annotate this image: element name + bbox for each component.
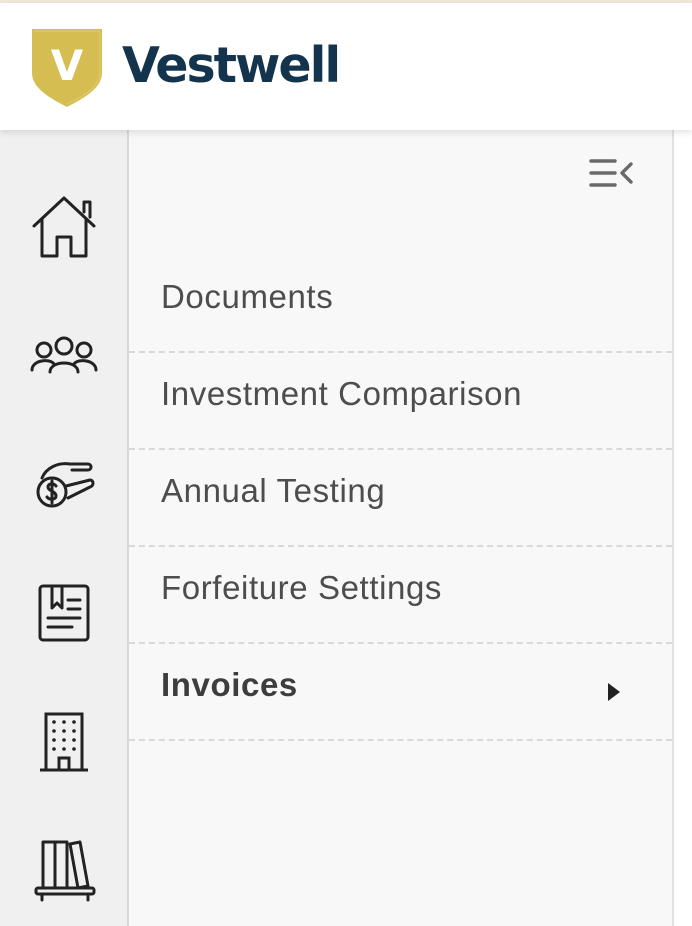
menu-item-label: Invoices [161,666,298,703]
document-list-icon [38,584,90,642]
menu-item-label: Documents [161,278,334,315]
collapse-menu-icon[interactable] [589,156,635,192]
menu-item-forfeiture-settings[interactable]: Forfeiture Settings [129,547,672,644]
rail-item-documents[interactable] [28,576,100,648]
menu-item-invoices[interactable]: Invoices [129,644,672,741]
icon-rail [0,130,129,926]
secondary-nav-panel: Documents Investment Comparison Annual T… [129,130,674,926]
menu-item-label: Annual Testing [161,472,386,509]
house-icon [32,196,96,258]
app-header: V Vestwell [0,3,692,130]
rail-item-resources[interactable] [28,832,100,904]
rail-item-company[interactable] [28,706,100,778]
hand-coin-icon [36,462,95,508]
rail-item-people[interactable] [28,318,100,390]
rail-item-home[interactable] [28,190,100,262]
menu-item-label: Forfeiture Settings [161,569,443,606]
menu-item-label: Investment Comparison [161,375,523,412]
menu-item-documents[interactable]: Documents [129,256,672,353]
caret-right-icon [608,683,620,701]
bookshelf-icon [34,840,96,902]
logo-letter: V [51,41,84,90]
building-icon [40,712,88,772]
rail-item-finance[interactable] [28,448,100,520]
brand-name[interactable]: Vestwell [122,31,341,101]
vestwell-logo-icon[interactable]: V [30,27,104,107]
panel-menu: Documents Investment Comparison Annual T… [129,256,672,741]
menu-item-investment-comparison[interactable]: Investment Comparison [129,353,672,450]
menu-item-annual-testing[interactable]: Annual Testing [129,450,672,547]
people-group-icon [30,336,98,374]
